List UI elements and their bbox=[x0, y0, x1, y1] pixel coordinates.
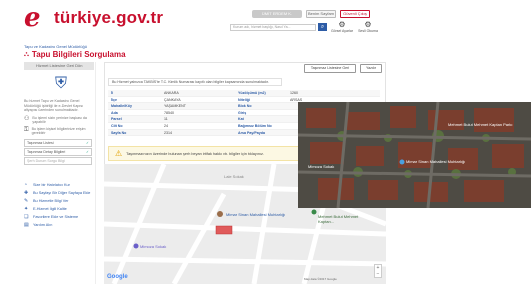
poi-pin-icon bbox=[133, 243, 139, 249]
lock-icon: ⚿ bbox=[24, 127, 29, 133]
satellite-label: Mimoza Sokak bbox=[308, 164, 335, 169]
satellite-label: Mimar Sinan Mahallesi Muhtarlığı bbox=[406, 159, 466, 164]
back-to-property-list-button[interactable]: Taşınmaz Listesine Geri bbox=[304, 64, 356, 73]
comment-icon: ✎ bbox=[24, 198, 29, 204]
check-icon: ✓ bbox=[85, 150, 89, 154]
zoom-control[interactable]: + − bbox=[374, 264, 382, 278]
user-name-badge[interactable]: ÜMİT ERDEM K. bbox=[252, 10, 302, 18]
zoom-out-icon[interactable]: − bbox=[375, 271, 381, 277]
search-button[interactable]: ⌕ bbox=[318, 23, 327, 31]
map-label: Mehmet Bulut Mehmet Kaptan... bbox=[318, 214, 359, 224]
title-icon: ⛬ bbox=[24, 50, 29, 58]
warning-icon: ⚠ bbox=[115, 149, 123, 158]
bell-icon: ◔ bbox=[24, 182, 28, 188]
google-logo: Google bbox=[107, 274, 128, 280]
bookmark-icon: ❏ bbox=[24, 214, 29, 220]
map-label: Mimoza Sokak bbox=[140, 244, 167, 249]
sidebar-link[interactable]: ◔ Size bir Hatırlatıcı Kur bbox=[24, 182, 70, 188]
audio-icon: ⚙ bbox=[364, 20, 372, 29]
sidebar-link[interactable]: ✦ E-Hizmet İlgili Kalite bbox=[24, 206, 67, 212]
logo-text: türkiye.gov.tr bbox=[54, 8, 164, 27]
poi-pin-icon bbox=[311, 209, 317, 215]
e-logo-icon: e bbox=[24, 3, 41, 33]
search-icon: ⌕ bbox=[320, 24, 325, 30]
sidebar bbox=[22, 62, 96, 284]
sidebar-item-lien-query[interactable]: Şerh Durum Sorgu Bilgi bbox=[24, 157, 92, 165]
star-icon: ✦ bbox=[24, 206, 29, 212]
service-description: Bu hizmet Tapu ve Kadastro Genel Müdürlü… bbox=[24, 99, 84, 113]
search-input[interactable]: Kurum adı, hizmet başlığı, Nasıl Ya... bbox=[230, 24, 316, 31]
print-button[interactable]: Yazdır bbox=[360, 64, 382, 73]
satellite-label: Mehmet Bulut Mehmet Kaptan Parkı bbox=[448, 122, 513, 127]
site-logo[interactable]: e türkiye.gov.tr bbox=[24, 3, 164, 33]
satellite-map[interactable]: Mimar Sinan Mahallesi Muhtarlığı Mimoza … bbox=[298, 102, 531, 208]
help-icon: ▤ bbox=[24, 222, 29, 228]
table-row: İl ANKARA Yüzölçümü (m2) 1260 bbox=[108, 90, 380, 97]
check-icon: ✓ bbox=[85, 141, 89, 145]
page-title: ⛬ Tapu Bilgileri Sorgulama bbox=[24, 50, 126, 59]
institution-logo-icon: ⛨ bbox=[54, 75, 67, 92]
option-item: ⚿ Bu işlem kişisel bilgilerinize erişim … bbox=[24, 127, 86, 136]
page-title-text: Tapu Bilgileri Sorgulama bbox=[31, 50, 126, 59]
tool-label: Görsel Ayarlar bbox=[330, 29, 354, 33]
plus-icon: ✚ bbox=[24, 190, 29, 196]
poi-pin-icon bbox=[399, 159, 405, 165]
visual-settings-button[interactable]: ⚙ Görsel Ayarlar bbox=[330, 20, 354, 33]
sidebar-link[interactable]: ✎ Bu Hizmetle Bilgi Ver bbox=[24, 198, 68, 204]
satellite-svg bbox=[298, 102, 531, 208]
logout-button[interactable]: Güvenli Çıkış bbox=[340, 10, 370, 18]
people-icon: ⚇ bbox=[24, 116, 30, 122]
poi-pin-icon bbox=[217, 211, 223, 217]
breadcrumb[interactable]: Tapu ve Kadastro Genel Müdürlüğü bbox=[24, 44, 87, 49]
map-label: Lale Sokak bbox=[224, 174, 244, 179]
map-label: Mimar Sinan Mahallesi Muhtarlığı bbox=[226, 212, 286, 217]
option-item: ⚇ Bu işlemi sizin yerinize başkası da ya… bbox=[24, 116, 87, 125]
settings-icon: ⚙ bbox=[338, 20, 346, 29]
sidebar-link[interactable]: ❏ Favorilere Ekle ve Sisteme bbox=[24, 214, 78, 220]
info-message: Bu Hizmet yalnızca TAKBİS'te T.C. Kimlik… bbox=[108, 78, 282, 86]
sidebar-link[interactable]: ✚ Bu Sayfayı Bir Diğer Sayfaya Ekle bbox=[24, 190, 90, 196]
parcel-highlight bbox=[215, 225, 233, 235]
sidebar-item-property-details[interactable]: Taşınmaz Detay Bilgileri ✓ bbox=[24, 148, 92, 156]
audio-reading-button[interactable]: ⚙ Sesli Okuma bbox=[356, 20, 380, 33]
sidebar-link[interactable]: ▤ Yardım Alın bbox=[24, 222, 52, 228]
my-page-button[interactable]: Benim Sayfam bbox=[306, 10, 336, 18]
map-attribution: Map data ©2017 Google bbox=[304, 277, 337, 281]
tool-label: Sesli Okuma bbox=[358, 29, 378, 33]
sidebar-item-property-list[interactable]: Taşınmaz Listesi ✓ bbox=[24, 139, 92, 147]
back-to-service-list[interactable]: Hizmet Listesine Geri Dön bbox=[24, 62, 94, 70]
